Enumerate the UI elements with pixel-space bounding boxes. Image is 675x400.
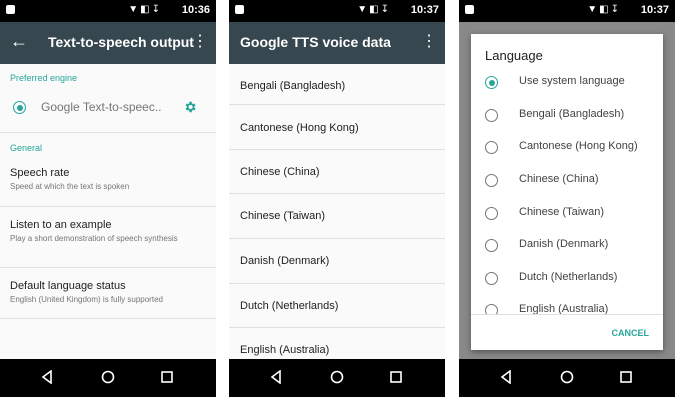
pref-subtitle: Play a short demonstration of speech syn…: [10, 234, 178, 243]
dialog-title: Language: [485, 48, 543, 63]
divider: [471, 314, 663, 315]
overflow-menu-icon[interactable]: ⋮: [192, 32, 208, 52]
language-option[interactable]: Chinese (China): [485, 170, 663, 194]
divider: [0, 206, 216, 207]
phone-screen-tts-output: ▼◧↧ 10:36 ← Text-to-speech output ⋮ Pref…: [0, 0, 216, 397]
radio-selected-icon[interactable]: [13, 101, 26, 114]
status-bar: ▼◧↧ 10:36: [0, 0, 216, 22]
phone-screen-language-dialog: ▼◧↧ 10:37 Language Use system language B…: [459, 0, 675, 397]
list-item-label: Dutch (Netherlands): [240, 300, 339, 312]
radio-icon[interactable]: [485, 109, 498, 122]
toolbar: ← Text-to-speech output ⋮: [0, 22, 216, 64]
nav-recent-icon[interactable]: [619, 370, 633, 384]
language-option[interactable]: Bengali (Bangladesh): [485, 105, 663, 129]
navigation-bar: [229, 359, 445, 397]
list-item[interactable]: Chinese (Taiwan): [229, 194, 445, 239]
language-option[interactable]: English (Australia): [485, 300, 663, 314]
option-label: Bengali (Bangladesh): [519, 108, 625, 120]
notification-icon: [6, 5, 15, 14]
status-icons: ▼◧↧: [587, 4, 621, 15]
phone-screen-voice-data: ▼◧↧ 10:37 Google TTS voice data ⋮ Bengal…: [229, 0, 445, 397]
pref-title: Default language status: [10, 280, 126, 292]
radio-icon[interactable]: [485, 272, 498, 285]
toolbar: Google TTS voice data ⋮: [229, 22, 445, 64]
navigation-bar: [0, 359, 216, 397]
list-item-label: Bengali (Bangladesh): [240, 80, 346, 92]
navigation-bar: [459, 359, 675, 397]
list-item-label: Cantonese (Hong Kong): [240, 122, 359, 134]
list-item[interactable]: Danish (Denmark): [229, 239, 445, 284]
nav-back-icon[interactable]: [40, 370, 54, 384]
notification-icon: [235, 5, 244, 14]
language-option[interactable]: Chinese (Taiwan): [485, 203, 663, 227]
option-label: Use system language: [519, 75, 625, 87]
pref-subtitle: English (United Kingdom) is fully suppor…: [10, 295, 163, 304]
radio-icon[interactable]: [485, 207, 498, 220]
nav-recent-icon[interactable]: [389, 370, 403, 384]
status-bar: ▼◧↧ 10:37: [229, 0, 445, 22]
language-option[interactable]: Dutch (Netherlands): [485, 268, 663, 292]
language-option[interactable]: Use system language: [485, 72, 663, 96]
list-item-label: Chinese (Taiwan): [240, 210, 325, 222]
pref-title: Listen to an example: [10, 219, 112, 231]
nav-back-icon[interactable]: [499, 370, 513, 384]
language-option[interactable]: Cantonese (Hong Kong): [485, 137, 663, 161]
list-item[interactable]: Bengali (Bangladesh): [229, 64, 445, 105]
status-icons: ▼◧↧: [128, 4, 162, 15]
preferred-engine-row[interactable]: Google Text-to-speec..: [0, 88, 216, 126]
page-title: Google TTS voice data: [240, 34, 391, 50]
status-time: 10:37: [410, 4, 439, 16]
option-label: Chinese (China): [519, 173, 599, 185]
pref-subtitle: Speed at which the text is spoken: [10, 182, 130, 191]
cancel-button[interactable]: CANCEL: [612, 328, 650, 338]
radio-icon[interactable]: [485, 141, 498, 154]
pref-listen-example[interactable]: Listen to an example Play a short demons…: [0, 208, 216, 264]
notification-icon: [465, 5, 474, 14]
section-header-engine: Preferred engine: [10, 73, 78, 83]
list-item[interactable]: Cantonese (Hong Kong): [229, 105, 445, 150]
nav-recent-icon[interactable]: [160, 370, 174, 384]
nav-home-icon[interactable]: [101, 370, 115, 384]
list-item[interactable]: Chinese (China): [229, 150, 445, 194]
option-label: Chinese (Taiwan): [519, 206, 604, 218]
option-label: English (Australia): [519, 303, 609, 314]
overflow-menu-icon[interactable]: ⋮: [421, 32, 437, 52]
radio-selected-icon[interactable]: [485, 76, 498, 89]
language-option[interactable]: Danish (Denmark): [485, 235, 663, 259]
status-icons: ▼◧↧: [357, 4, 391, 15]
page-title: Text-to-speech output: [48, 34, 194, 50]
engine-name: Google Text-to-speec..: [41, 100, 162, 114]
status-time: 10:37: [640, 4, 669, 16]
nav-home-icon[interactable]: [330, 370, 344, 384]
list-item-label: Chinese (China): [240, 166, 320, 178]
back-arrow-icon[interactable]: ←: [10, 31, 28, 51]
section-header-general: General: [10, 143, 43, 153]
radio-icon[interactable]: [485, 174, 498, 187]
divider: [0, 132, 216, 133]
nav-home-icon[interactable]: [560, 370, 574, 384]
pref-speech-rate[interactable]: Speech rate Speed at which the text is s…: [0, 160, 216, 204]
list-item[interactable]: Dutch (Netherlands): [229, 284, 445, 328]
status-bar: ▼◧↧ 10:37: [459, 0, 675, 22]
list-item-label: English (Australia): [240, 344, 330, 356]
gear-icon[interactable]: [183, 100, 197, 114]
nav-back-icon[interactable]: [269, 370, 283, 384]
radio-icon[interactable]: [485, 304, 498, 314]
pref-default-language-status[interactable]: Default language status English (United …: [0, 268, 216, 316]
radio-icon[interactable]: [485, 239, 498, 252]
list-item-label: Danish (Denmark): [240, 255, 330, 267]
option-label: Cantonese (Hong Kong): [519, 140, 638, 152]
option-label: Danish (Denmark): [519, 238, 609, 250]
option-label: Dutch (Netherlands): [519, 271, 618, 283]
language-dialog: Language Use system language Bengali (Ba…: [471, 34, 663, 350]
divider: [0, 318, 216, 319]
status-time: 10:36: [181, 4, 210, 16]
pref-title: Speech rate: [10, 167, 70, 179]
